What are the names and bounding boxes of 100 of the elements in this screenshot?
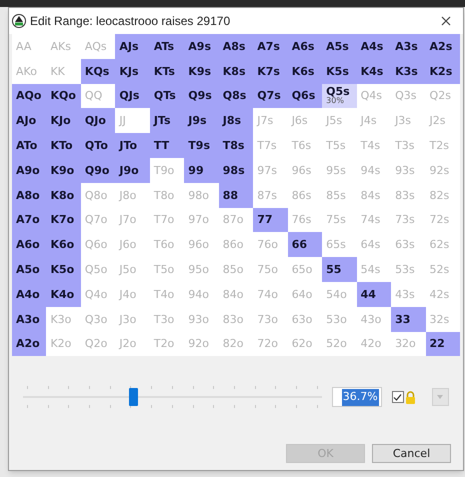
range-cell[interactable]: T4o xyxy=(150,282,184,307)
range-cell[interactable]: 75s xyxy=(322,208,357,232)
range-cell[interactable]: K2o xyxy=(46,332,81,356)
range-cell[interactable]: 82s xyxy=(426,182,460,208)
range-cell[interactable]: JJ xyxy=(115,108,150,134)
range-cell[interactable]: QQ xyxy=(80,84,116,108)
range-cell[interactable]: 43s xyxy=(391,282,426,307)
range-cell[interactable]: A3s xyxy=(391,34,426,59)
range-cell[interactable]: A5s xyxy=(322,34,357,59)
range-cell[interactable]: Q9s xyxy=(184,84,219,108)
range-cell[interactable]: K3o xyxy=(46,306,81,332)
range-cell[interactable]: 22 xyxy=(426,332,460,356)
range-cell[interactable]: Q7o xyxy=(80,208,116,232)
range-cell[interactable]: 44 xyxy=(356,282,392,307)
range-cell[interactable]: QTo xyxy=(80,133,116,158)
range-cell[interactable]: Q3s xyxy=(391,84,426,108)
range-cell[interactable]: QTs xyxy=(150,84,184,108)
range-cell[interactable]: A6o xyxy=(12,232,46,258)
range-cell[interactable]: 66 xyxy=(288,232,322,258)
range-cell[interactable]: T4s xyxy=(356,133,392,158)
range-cell[interactable]: 32s xyxy=(426,306,460,332)
range-cell[interactable]: J9o xyxy=(115,158,150,183)
range-cell[interactable]: A2o xyxy=(12,332,46,356)
range-cell[interactable]: Q3o xyxy=(80,306,116,332)
range-cell[interactable]: J7o xyxy=(115,208,150,232)
range-cell[interactable]: Q6o xyxy=(80,232,116,258)
range-cell[interactable]: K9s xyxy=(184,58,219,84)
range-cell[interactable]: AA xyxy=(12,34,46,59)
range-cell[interactable]: T8s xyxy=(218,133,254,158)
range-cell[interactable]: 84o xyxy=(218,282,254,307)
lock-checkbox[interactable] xyxy=(392,391,404,404)
range-cell[interactable]: 86s xyxy=(288,182,322,208)
range-cell[interactable]: J2o xyxy=(115,332,150,356)
range-cell[interactable]: J3o xyxy=(115,306,150,332)
range-cell[interactable]: AJs xyxy=(115,34,150,59)
range-cell[interactable]: A7o xyxy=(12,208,46,232)
range-cell[interactable]: 95o xyxy=(184,257,219,282)
range-cell[interactable]: 85o xyxy=(218,257,254,282)
range-cell[interactable]: A8o xyxy=(12,182,46,208)
range-cell[interactable]: J4o xyxy=(115,282,150,307)
range-cell[interactable]: K9o xyxy=(46,158,81,183)
range-cell[interactable]: 93o xyxy=(184,306,219,332)
range-cell[interactable]: T5o xyxy=(150,257,184,282)
range-cell[interactable]: J8o xyxy=(115,182,150,208)
range-cell[interactable]: Q8o xyxy=(80,182,116,208)
range-cell[interactable]: 74s xyxy=(356,208,392,232)
range-cell[interactable]: A9o xyxy=(12,158,46,183)
range-cell[interactable]: 32o xyxy=(391,332,426,356)
range-cell[interactable]: 54s xyxy=(356,257,392,282)
range-cell[interactable]: Q4o xyxy=(80,282,116,307)
range-cell[interactable]: J7s xyxy=(253,108,288,134)
range-cell[interactable]: T6o xyxy=(150,232,184,258)
range-cell[interactable]: AQo xyxy=(12,84,46,108)
range-cell[interactable]: 94s xyxy=(356,158,392,183)
range-cell[interactable]: 64s xyxy=(356,232,392,258)
range-cell[interactable]: A3o xyxy=(12,306,46,332)
range-cell[interactable]: AJo xyxy=(12,108,46,134)
range-cell[interactable]: J4s xyxy=(356,108,392,134)
range-cell[interactable]: 95s xyxy=(322,158,357,183)
range-cell[interactable]: A4s xyxy=(356,34,392,59)
range-cell[interactable]: T7o xyxy=(150,208,184,232)
range-cell[interactable]: 92s xyxy=(426,158,460,183)
range-cell[interactable]: 98o xyxy=(184,182,219,208)
range-cell[interactable]: 33 xyxy=(391,306,426,332)
range-cell[interactable]: K5o xyxy=(46,257,81,282)
range-cell[interactable]: 82o xyxy=(218,332,254,356)
range-cell[interactable]: T6s xyxy=(288,133,322,158)
range-cell[interactable]: 94o xyxy=(184,282,219,307)
range-cell[interactable]: 97o xyxy=(184,208,219,232)
range-cell[interactable]: 77 xyxy=(253,208,288,232)
range-cell[interactable]: J6o xyxy=(115,232,150,258)
range-cell[interactable]: 86o xyxy=(218,232,254,258)
range-cell[interactable]: A4o xyxy=(12,282,46,307)
range-cell[interactable]: 76s xyxy=(288,208,322,232)
range-cell[interactable]: K7s xyxy=(253,58,288,84)
range-cell[interactable]: K4s xyxy=(356,58,392,84)
range-slider[interactable] xyxy=(23,384,322,410)
percent-field[interactable]: 36.7% xyxy=(332,387,382,408)
range-cell[interactable]: 64o xyxy=(288,282,322,307)
range-cell[interactable]: QJo xyxy=(80,108,116,134)
range-cell[interactable]: KK xyxy=(46,58,81,84)
range-cell[interactable]: 96s xyxy=(288,158,322,183)
range-cell[interactable]: AKs xyxy=(46,34,81,59)
range-cell[interactable]: 76o xyxy=(253,232,288,258)
range-cell[interactable]: 83s xyxy=(391,182,426,208)
range-cell[interactable]: Q9o xyxy=(80,158,116,183)
range-cell[interactable]: J2s xyxy=(426,108,460,134)
range-cell[interactable]: 62o xyxy=(288,332,322,356)
range-cell[interactable]: JTo xyxy=(115,133,150,158)
range-cell[interactable]: T3s xyxy=(391,133,426,158)
range-cell[interactable]: 73o xyxy=(253,306,288,332)
range-cell[interactable]: Q8s xyxy=(218,84,254,108)
range-cell[interactable]: A7s xyxy=(253,34,288,59)
range-cell[interactable]: 73s xyxy=(391,208,426,232)
range-cell[interactable]: 83o xyxy=(218,306,254,332)
range-cell[interactable]: 63s xyxy=(391,232,426,258)
range-cell[interactable]: KQs xyxy=(80,58,116,84)
range-cell[interactable]: 72o xyxy=(253,332,288,356)
range-cell[interactable]: K5s xyxy=(322,58,357,84)
range-cell[interactable]: 55 xyxy=(322,257,357,282)
